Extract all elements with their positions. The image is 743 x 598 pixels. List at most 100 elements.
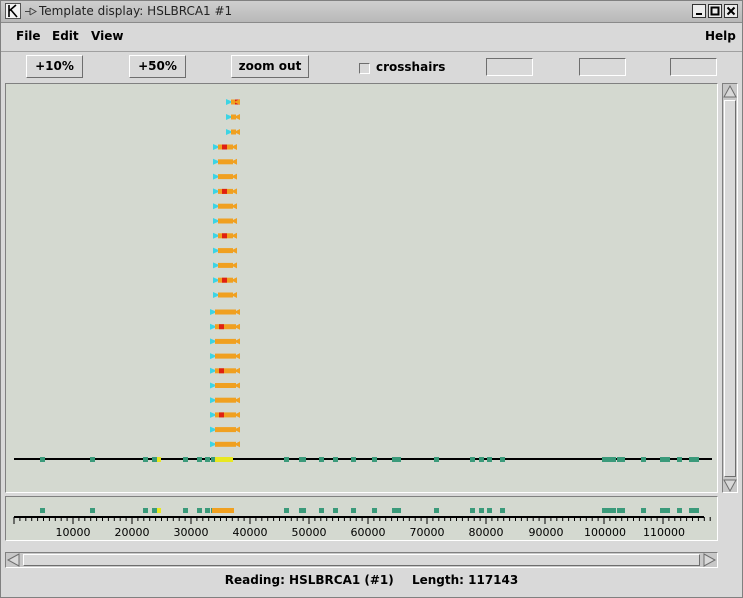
overview-feature (333, 508, 338, 513)
feature-block (333, 457, 338, 462)
feature-block (602, 457, 616, 462)
reading-row (213, 232, 237, 239)
overview-feature (479, 508, 484, 513)
reading-mismatch (219, 368, 224, 374)
ruler-tick-label: 110000 (643, 526, 685, 539)
scroll-down-icon[interactable] (723, 478, 737, 492)
ruler-tick-label: 70000 (410, 526, 445, 539)
overview-feature (299, 508, 306, 513)
reading-body (215, 368, 236, 374)
ruler-tick-label: 10000 (56, 526, 91, 539)
maximize-button[interactable] (708, 4, 722, 18)
menu-edit[interactable]: Edit (52, 29, 79, 43)
scroll-right-icon[interactable] (702, 553, 716, 567)
status-bar: Reading: HSLBRCA1 (#1) Length: 117143 (1, 570, 742, 592)
overview-feature (351, 508, 356, 513)
overview-feature (205, 508, 210, 513)
overview-feature (392, 508, 401, 513)
feature-block (143, 457, 148, 462)
feature-block (90, 457, 95, 462)
reading-row (210, 338, 240, 345)
feature-block (660, 457, 670, 462)
reading-row (213, 277, 237, 284)
feature-block (351, 457, 356, 462)
menu-bar: File Edit View Help (1, 23, 742, 52)
reading-body (218, 262, 233, 268)
overview-feature (487, 508, 492, 513)
reading-mismatch (222, 233, 227, 239)
reading-row (210, 323, 240, 330)
template-canvas[interactable] (5, 83, 718, 493)
pin-icon (25, 7, 37, 16)
horizontal-scrollbar[interactable] (5, 552, 718, 568)
feature-block (299, 457, 306, 462)
reading-row (210, 367, 240, 374)
feature-block (215, 457, 233, 462)
overview-feature (372, 508, 377, 513)
ruler-tick-label: 20000 (115, 526, 150, 539)
reading-row (210, 426, 240, 433)
vertical-scroll-trough[interactable] (722, 83, 738, 493)
reading-row (213, 247, 237, 254)
overview-feature (183, 508, 188, 513)
reading-row (210, 382, 240, 389)
window-title: Template display: HSLBRCA1 #1 (39, 4, 233, 18)
close-icon (726, 6, 736, 16)
reading-body (215, 309, 236, 315)
feature-block (157, 457, 161, 462)
crosshairs-label: crosshairs (376, 60, 446, 74)
menu-help[interactable]: Help (705, 29, 736, 43)
ruler-overview[interactable]: 10000 20000 30000 40000 50000 60000 70000 80000… (5, 496, 718, 541)
minimize-button[interactable] (692, 4, 706, 18)
app-k-icon[interactable] (5, 3, 21, 19)
ruler-tick-label: 60000 (351, 526, 386, 539)
reading-mismatch (222, 144, 227, 150)
zoom-in-50-button[interactable]: +50% (129, 55, 186, 78)
ruler-tick-label: 80000 (469, 526, 504, 539)
title-bar: Template display: HSLBRCA1 #1 (1, 1, 742, 23)
overview-feature (319, 508, 324, 513)
overview-feature (617, 508, 625, 513)
reading-row (213, 144, 237, 150)
vertical-scroll-thumb[interactable] (724, 100, 736, 477)
close-button[interactable] (724, 4, 738, 18)
readout-field-1[interactable] (486, 58, 533, 76)
feature-block (40, 457, 45, 462)
overview-feature (641, 508, 646, 513)
reading-mismatch (219, 324, 224, 330)
feature-block (197, 457, 202, 462)
scroll-left-icon[interactable] (7, 553, 21, 567)
overview-feature (90, 508, 95, 513)
reading-mismatch (222, 277, 227, 283)
reading-row (213, 203, 237, 210)
feature-block (500, 457, 505, 462)
overview-feature (152, 508, 157, 513)
feature-block (392, 457, 401, 462)
readout-field-2[interactable] (579, 58, 626, 76)
crosshairs-checkbox[interactable] (359, 63, 370, 74)
overview-feature (284, 508, 289, 513)
menu-view[interactable]: View (91, 29, 123, 43)
maximize-icon (710, 6, 720, 16)
scroll-up-icon[interactable] (723, 85, 737, 99)
reading-row (213, 158, 237, 165)
ruler-tick-label: 30000 (174, 526, 209, 539)
reading-body (218, 159, 233, 165)
vertical-scrollbar[interactable] (720, 83, 740, 493)
reading-body (215, 324, 236, 330)
horizontal-scroll-thumb[interactable] (23, 554, 700, 566)
reading-body (218, 248, 233, 254)
reading-body (215, 441, 236, 447)
readout-field-3[interactable] (670, 58, 717, 76)
zoom-out-button[interactable]: zoom out (231, 55, 309, 78)
reading-row (213, 218, 237, 224)
feature-block (183, 457, 188, 462)
reading-row (210, 441, 240, 448)
feature-block (319, 457, 324, 462)
reading-row (213, 292, 237, 298)
menu-file[interactable]: File (16, 29, 41, 43)
reading-mismatch (222, 188, 227, 194)
reading-row (226, 114, 240, 120)
zoom-in-10-button[interactable]: +10% (26, 55, 83, 78)
feature-block (677, 457, 682, 462)
